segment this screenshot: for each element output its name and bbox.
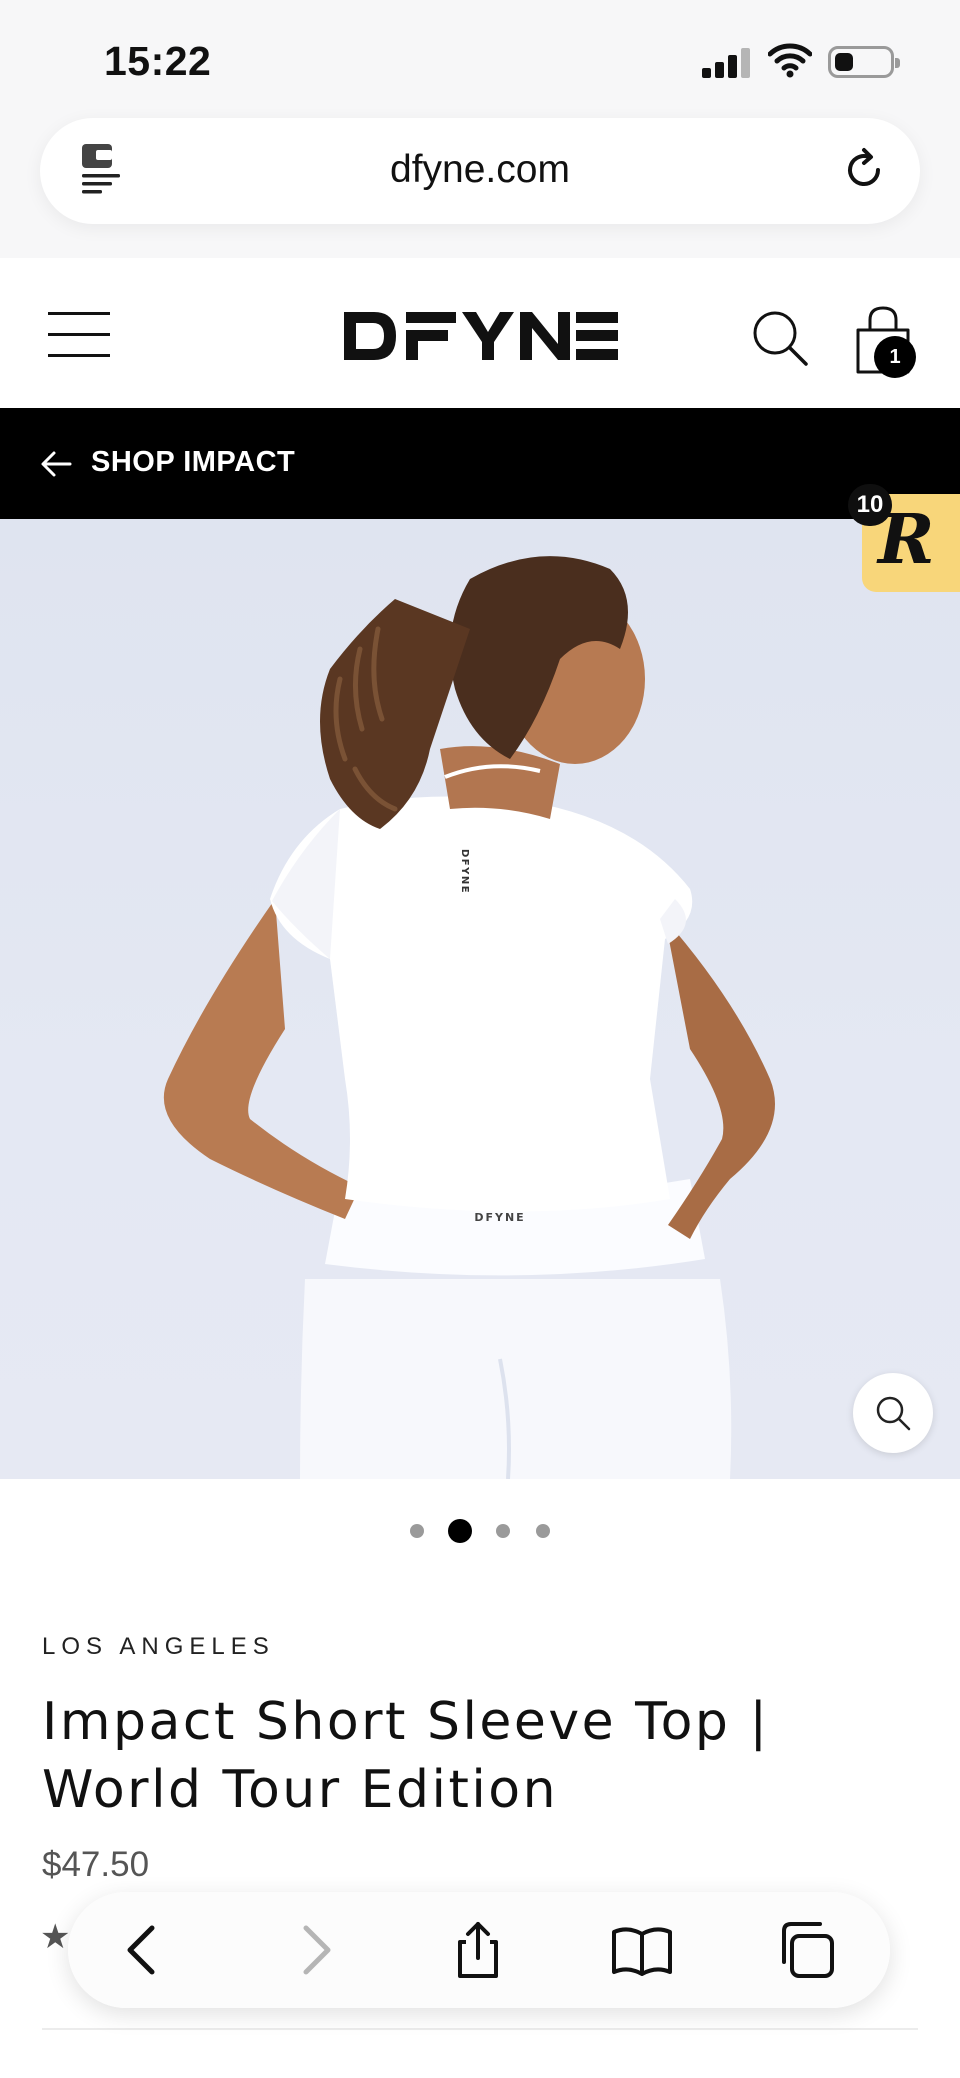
rewards-count: 10 (848, 484, 892, 526)
product-image[interactable]: DFYNE DFYNE (0, 519, 960, 1479)
zoom-button[interactable] (853, 1373, 933, 1453)
carousel-dot[interactable] (536, 1524, 550, 1538)
address-bar-area: dfyne.com (0, 118, 960, 258)
address-bar[interactable]: dfyne.com (40, 118, 920, 224)
battery-icon (828, 46, 900, 78)
signal-icon (702, 46, 750, 78)
model-photo: DFYNE DFYNE (163, 556, 775, 1479)
carousel-dots (0, 1519, 960, 1543)
browser-toolbar (68, 1892, 890, 2008)
zoom-icon (876, 1396, 911, 1431)
brand-line: LOS ANGELES (42, 1633, 275, 1660)
product-title: Impact Short Sleeve Top | World Tour Edi… (42, 1692, 770, 1820)
back-icon[interactable] (112, 1918, 176, 1982)
reload-icon[interactable] (838, 144, 890, 196)
status-bar: 15:22 (0, 0, 960, 118)
svg-text:DFYNE: DFYNE (474, 1211, 525, 1224)
cart-count-badge[interactable]: 1 (874, 336, 916, 378)
svg-text:DFYNE: DFYNE (459, 849, 470, 894)
tabs-icon[interactable] (774, 1918, 838, 1982)
search-icon[interactable] (750, 308, 810, 368)
dfyne-logo[interactable] (340, 306, 620, 366)
share-icon[interactable] (446, 1918, 510, 1982)
shop-impact-link[interactable]: SHOP IMPACT (0, 408, 960, 519)
wifi-icon (768, 43, 812, 78)
status-time: 15:22 (104, 38, 212, 84)
bookmarks-icon[interactable] (610, 1918, 674, 1982)
carousel-dot-active[interactable] (448, 1519, 472, 1543)
menu-icon[interactable] (48, 312, 110, 358)
carousel-dot[interactable] (496, 1524, 510, 1538)
forward-icon[interactable] (282, 1918, 346, 1982)
url-text: dfyne.com (390, 148, 570, 191)
product-price: $47.50 (42, 1845, 150, 1884)
carousel-dot[interactable] (410, 1524, 424, 1538)
arrow-left-icon (41, 451, 72, 477)
site-header (0, 258, 960, 408)
shop-impact-label: SHOP IMPACT (91, 446, 296, 478)
divider (42, 2028, 918, 2030)
rating-star-icon[interactable]: ★ (40, 1917, 70, 1957)
